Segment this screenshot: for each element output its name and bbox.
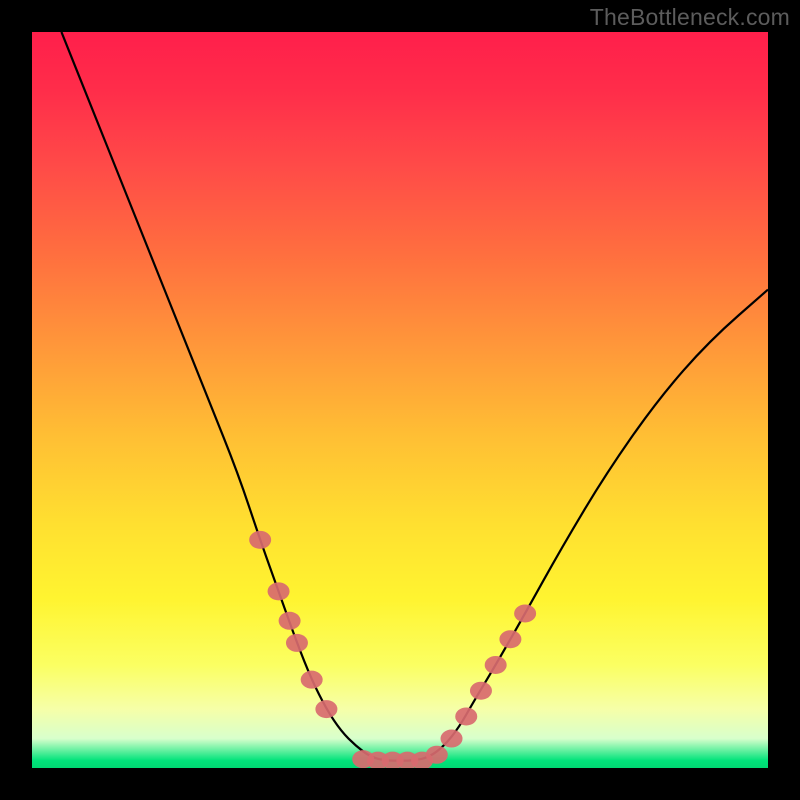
curve-markers xyxy=(249,531,536,768)
curve-marker xyxy=(279,612,301,630)
curve-marker xyxy=(470,682,492,700)
curve-marker xyxy=(268,582,290,600)
bottleneck-curve xyxy=(61,32,768,761)
chart-frame: TheBottleneck.com xyxy=(0,0,800,800)
chart-svg xyxy=(32,32,768,768)
watermark-text: TheBottleneck.com xyxy=(590,4,790,31)
curve-marker xyxy=(455,707,477,725)
curve-marker xyxy=(249,531,271,549)
curve-marker xyxy=(286,634,308,652)
curve-marker xyxy=(485,656,507,674)
plot-area xyxy=(32,32,768,768)
curve-marker xyxy=(426,746,448,764)
curve-marker xyxy=(441,730,463,748)
curve-marker xyxy=(499,630,521,648)
curve-marker xyxy=(514,604,536,622)
curve-marker xyxy=(301,671,323,689)
curve-marker xyxy=(315,700,337,718)
